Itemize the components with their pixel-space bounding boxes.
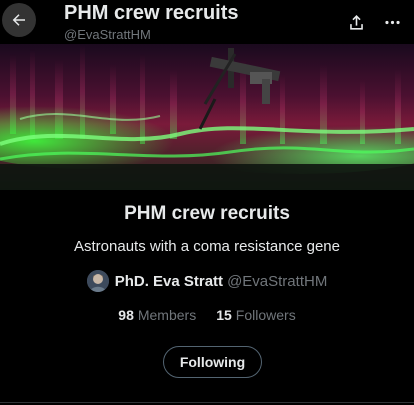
share-button[interactable] <box>342 8 370 36</box>
list-description: Astronauts with a coma resistance gene <box>74 238 340 255</box>
members-label: Members <box>137 307 197 323</box>
list-banner-image <box>0 44 414 190</box>
more-button[interactable] <box>378 8 406 36</box>
avatar[interactable] <box>86 270 109 292</box>
list-owner[interactable]: PhD. Eva Stratt @EvaStrattHM <box>0 270 414 292</box>
owner-name[interactable]: PhD. Eva Stratt <box>115 273 223 290</box>
members-link[interactable]: 98 Members <box>118 307 196 323</box>
followers-count: 15 <box>216 307 232 323</box>
divider <box>0 402 414 403</box>
header-handle: @EvaStrattHM <box>64 27 151 42</box>
share-icon <box>349 14 363 30</box>
owner-handle: @EvaStrattHM <box>227 272 328 290</box>
list-stats: 98 Members 15 Followers <box>0 307 414 323</box>
followers-label: Followers <box>235 307 296 323</box>
header-title-group: PHM crew recruits @EvaStrattHM <box>64 1 239 43</box>
more-horizontal-icon <box>384 20 400 24</box>
list-name: PHM crew recruits <box>124 203 290 224</box>
members-count: 98 <box>118 307 134 323</box>
followers-link[interactable]: 15 Followers <box>216 307 295 323</box>
arrow-left-icon <box>12 14 25 26</box>
back-button[interactable] <box>2 3 36 37</box>
top-bar: PHM crew recruits @EvaStrattHM <box>0 0 414 44</box>
following-button[interactable]: Following <box>163 346 262 378</box>
page-title: PHM crew recruits <box>64 2 239 24</box>
